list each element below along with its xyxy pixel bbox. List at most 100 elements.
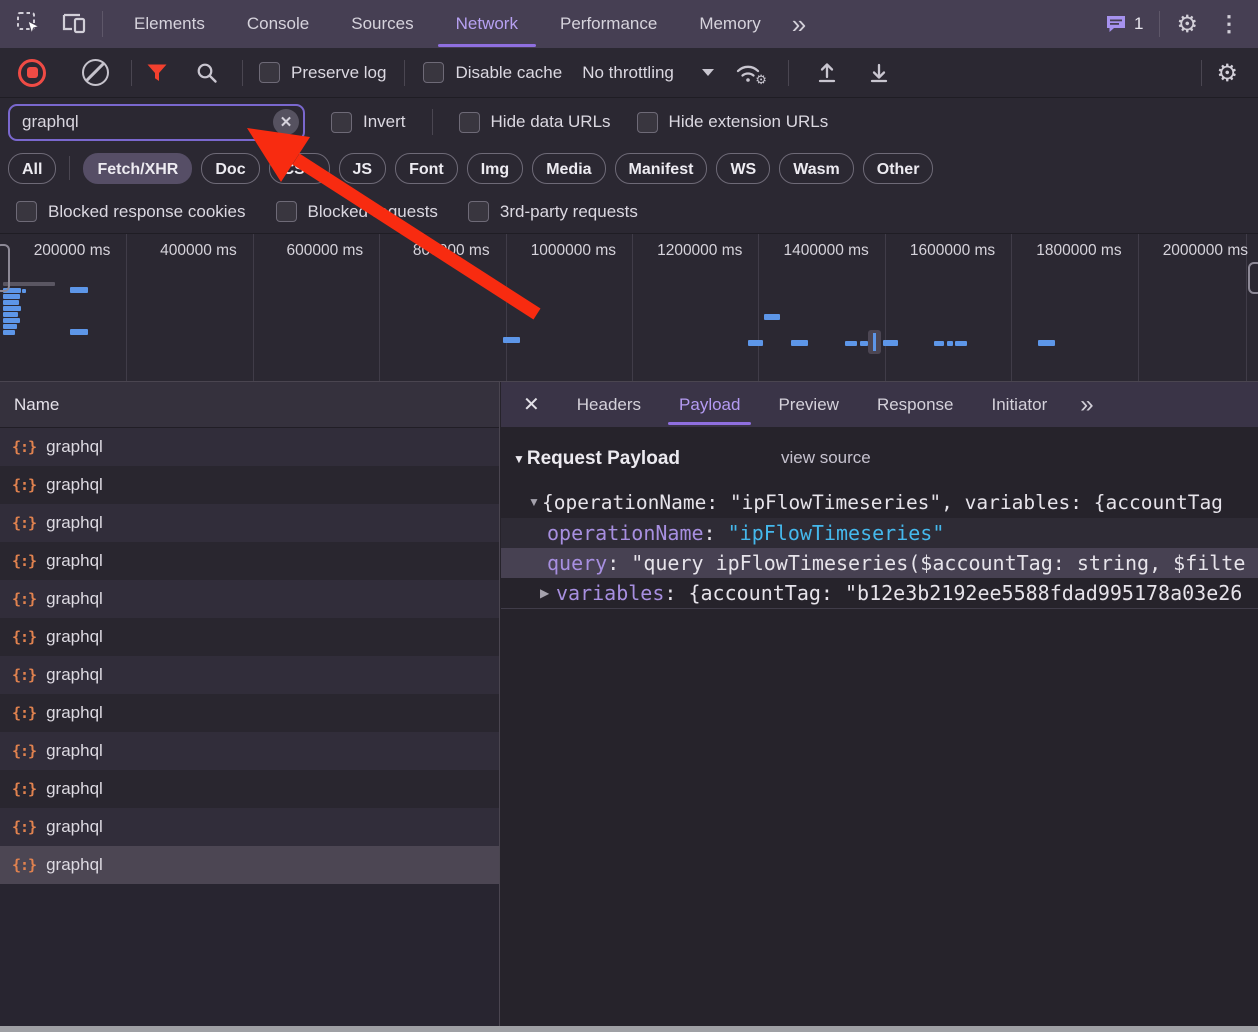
request-payload-section-header[interactable]: ▼ Request Payload	[513, 444, 680, 474]
preserve-log-checkbox[interactable]	[259, 62, 280, 83]
request-row[interactable]: {:}graphql	[0, 808, 499, 846]
disable-cache-checkbox-item[interactable]: Disable cache	[423, 62, 562, 83]
checkbox[interactable]	[276, 201, 297, 222]
timeline-request-bar[interactable]	[3, 294, 20, 299]
timeline-request-bar[interactable]	[70, 329, 88, 335]
chip-manifest[interactable]: Manifest	[615, 153, 708, 184]
request-row[interactable]: {:}graphql	[0, 656, 499, 694]
close-detail-icon[interactable]: ✕	[501, 392, 558, 417]
invert-checkbox-item[interactable]: Invert	[331, 112, 406, 133]
throttling-select[interactable]: No throttling	[582, 63, 714, 83]
timeline-request-bar[interactable]	[3, 306, 21, 311]
expand-triangle-icon[interactable]: ▶	[540, 586, 549, 600]
payload-property-row[interactable]: ▶variables: {accountTag: "b12e3b2192ee55…	[501, 578, 1258, 609]
tab-performance[interactable]: Performance	[539, 0, 678, 48]
timeline-left-scroll-handle[interactable]	[0, 244, 10, 292]
timeline-request-bar[interactable]	[22, 289, 26, 293]
inspect-element-icon[interactable]	[16, 11, 42, 37]
chip-wasm[interactable]: Wasm	[779, 153, 854, 184]
export-har-icon[interactable]	[853, 61, 905, 85]
detail-tab-preview[interactable]: Preview	[759, 382, 857, 427]
timeline-request-bar[interactable]	[883, 340, 898, 346]
timeline-request-bar[interactable]	[791, 340, 808, 346]
more-tabs-icon[interactable]: »	[782, 2, 816, 46]
request-row[interactable]: {:}graphql	[0, 466, 499, 504]
more-detail-tabs-icon[interactable]: »	[1070, 383, 1103, 427]
chip-fetchxhr[interactable]: Fetch/XHR	[83, 153, 192, 184]
tab-memory[interactable]: Memory	[678, 0, 781, 48]
detail-tab-payload[interactable]: Payload	[660, 382, 759, 427]
timeline-request-bar[interactable]	[860, 341, 868, 346]
tab-elements[interactable]: Elements	[113, 0, 226, 48]
timeline-request-bar[interactable]	[3, 318, 20, 323]
request-row[interactable]: {:}graphql	[0, 694, 499, 732]
issues-group[interactable]: 1	[1105, 14, 1143, 34]
search-icon[interactable]	[182, 62, 232, 84]
clear-network-log-button[interactable]	[82, 59, 109, 86]
network-overview-timeline[interactable]: 200000 ms400000 ms600000 ms800000 ms1000…	[0, 234, 1258, 382]
expand-triangle-icon[interactable]: ▼	[528, 495, 540, 509]
timeline-request-bar[interactable]	[845, 341, 857, 346]
hide-data-urls-checkbox[interactable]	[459, 112, 480, 133]
chip-doc[interactable]: Doc	[201, 153, 259, 184]
filter-input[interactable]	[8, 104, 305, 141]
kebab-menu-icon[interactable]: ⋮	[1214, 11, 1244, 37]
3rd-party-requests-checkbox-item[interactable]: 3rd-party requests	[468, 201, 638, 222]
chip-all[interactable]: All	[8, 153, 56, 184]
filter-toggle-icon[interactable]	[132, 63, 182, 83]
record-network-log-button[interactable]	[18, 59, 46, 87]
request-row[interactable]: {:}graphql	[0, 732, 499, 770]
request-row[interactable]: {:}graphql	[0, 504, 499, 542]
payload-property-row[interactable]: query: "query ipFlowTimeseries($accountT…	[501, 548, 1258, 578]
chip-js[interactable]: JS	[339, 153, 387, 184]
import-har-icon[interactable]	[801, 61, 853, 85]
request-row[interactable]: {:}graphql	[0, 580, 499, 618]
timeline-request-bar[interactable]	[955, 341, 967, 346]
view-source-link[interactable]: view source	[781, 448, 871, 468]
timeline-request-bar[interactable]	[3, 282, 55, 286]
invert-checkbox[interactable]	[331, 112, 352, 133]
timeline-request-bar[interactable]	[3, 330, 15, 335]
timeline-request-bar[interactable]	[3, 312, 18, 317]
tab-sources[interactable]: Sources	[330, 0, 434, 48]
tab-network[interactable]: Network	[435, 0, 539, 48]
device-toolbar-icon[interactable]	[60, 11, 88, 37]
request-row[interactable]: {:}graphql	[0, 618, 499, 656]
blocked-requests-checkbox-item[interactable]: Blocked requests	[276, 201, 438, 222]
name-column-header[interactable]: Name	[0, 382, 499, 428]
disable-cache-checkbox[interactable]	[423, 62, 444, 83]
hide-extension-urls-checkbox-item[interactable]: Hide extension URLs	[637, 112, 829, 133]
clear-filter-icon[interactable]: ✕	[273, 109, 299, 135]
chip-media[interactable]: Media	[532, 153, 605, 184]
chip-css[interactable]: CSS	[269, 153, 330, 184]
detail-tab-initiator[interactable]: Initiator	[973, 382, 1067, 427]
chip-img[interactable]: Img	[467, 153, 523, 184]
timeline-request-bar[interactable]	[748, 340, 763, 346]
chip-other[interactable]: Other	[863, 153, 934, 184]
timeline-request-bar[interactable]	[934, 341, 944, 346]
request-row[interactable]: {:}graphql	[0, 428, 499, 466]
timeline-request-bar[interactable]	[3, 300, 19, 305]
chip-font[interactable]: Font	[395, 153, 458, 184]
checkbox[interactable]	[468, 201, 489, 222]
timeline-request-bar[interactable]	[947, 341, 953, 346]
request-row[interactable]: {:}graphql	[0, 542, 499, 580]
timeline-request-bar[interactable]	[70, 287, 88, 293]
blocked-response-cookies-checkbox-item[interactable]: Blocked response cookies	[16, 201, 246, 222]
payload-property-row[interactable]: operationName: "ipFlowTimeseries"	[501, 518, 1258, 548]
network-settings-gear-icon[interactable]: ⚙	[1202, 61, 1258, 85]
timeline-request-bar[interactable]	[1038, 340, 1055, 346]
preserve-log-checkbox-item[interactable]: Preserve log	[259, 62, 386, 83]
request-row[interactable]: {:}graphql	[0, 770, 499, 808]
timeline-selected-request-marker[interactable]	[868, 330, 881, 354]
network-conditions-icon[interactable]: ⚙	[734, 62, 762, 84]
hide-extension-urls-checkbox[interactable]	[637, 112, 658, 133]
settings-gear-icon[interactable]: ⚙	[1176, 12, 1198, 36]
chip-ws[interactable]: WS	[716, 153, 770, 184]
timeline-request-bar[interactable]	[3, 324, 17, 329]
request-row[interactable]: {:}graphql	[0, 846, 499, 884]
timeline-request-bar[interactable]	[503, 337, 520, 343]
timeline-request-bar[interactable]	[764, 314, 780, 320]
tab-console[interactable]: Console	[226, 0, 330, 48]
detail-tab-headers[interactable]: Headers	[558, 382, 660, 427]
